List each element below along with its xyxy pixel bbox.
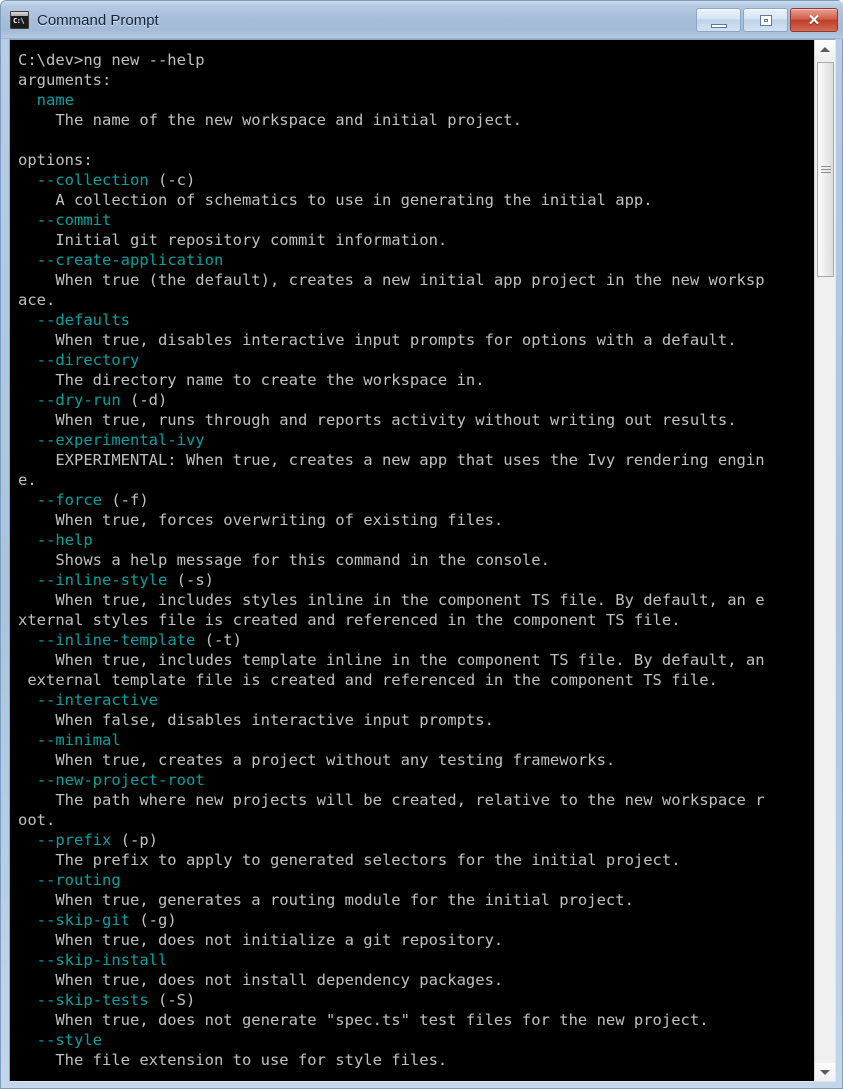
window-title: Command Prompt	[37, 11, 159, 29]
minimize-icon	[710, 24, 727, 28]
minimize-button[interactable]	[696, 8, 741, 32]
vertical-scrollbar[interactable]	[814, 40, 835, 1081]
console-icon-glyph: C:\	[13, 17, 25, 25]
console-client-area: C:\dev>ng new --help arguments: name The…	[9, 39, 836, 1082]
title-bar[interactable]: C:\ Command Prompt ✕	[1, 1, 843, 39]
triangle-up-icon	[820, 46, 830, 52]
scroll-thumb[interactable]	[817, 62, 834, 277]
maximize-button[interactable]	[743, 8, 788, 32]
maximize-icon	[759, 15, 772, 26]
scroll-down-arrow[interactable]	[815, 1063, 835, 1081]
triangle-down-icon	[820, 1069, 830, 1075]
console-icon[interactable]: C:\	[10, 11, 29, 29]
console-text: C:\dev>ng new --help arguments: name The…	[18, 51, 765, 1069]
command-prompt-window: C:\ Command Prompt ✕ C:\dev>ng new --hel…	[0, 0, 843, 1089]
scroll-thumb-grip	[820, 165, 831, 174]
caption-buttons: ✕	[696, 8, 838, 32]
scroll-up-arrow[interactable]	[815, 40, 835, 58]
title-bar-left: C:\ Command Prompt	[10, 9, 159, 31]
console-output-area[interactable]: C:\dev>ng new --help arguments: name The…	[10, 40, 814, 1081]
close-icon: ✕	[807, 12, 821, 29]
close-button[interactable]: ✕	[790, 8, 838, 32]
